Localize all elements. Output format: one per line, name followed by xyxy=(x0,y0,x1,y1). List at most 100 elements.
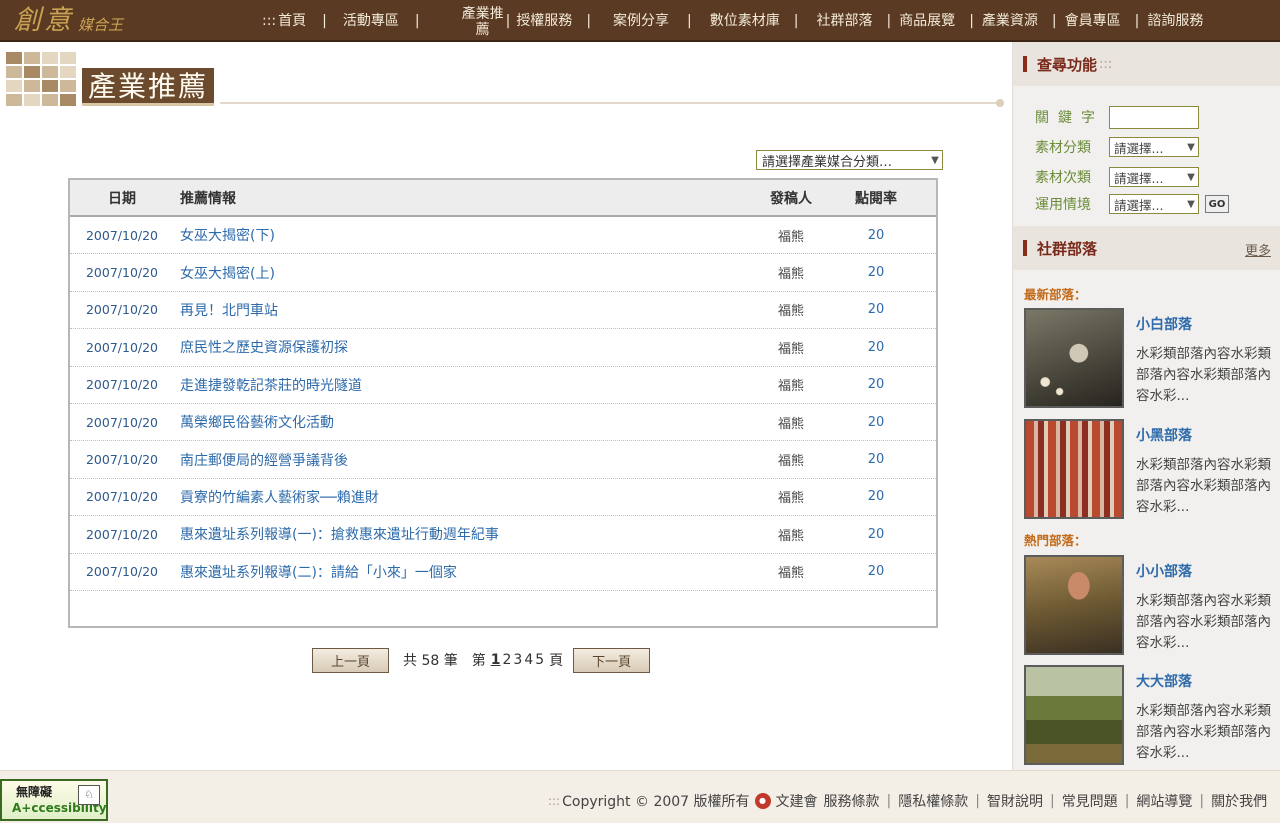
row-title-link[interactable]: 女巫大揭密(下) xyxy=(174,225,756,245)
main-nav: ::: 首頁 | 活動專區 | 產業推薦 | 授權服務 | 案例分享 | 數位素… xyxy=(262,0,1203,42)
row-author: 福熊 xyxy=(777,528,804,544)
tile xyxy=(24,80,40,92)
nav-item-home[interactable]: 首頁 xyxy=(278,13,306,29)
tile xyxy=(42,66,58,78)
footer-separator: | xyxy=(1199,793,1205,809)
tile xyxy=(42,94,58,106)
keyword-input[interactable] xyxy=(1109,105,1199,129)
footer-separator: | xyxy=(886,793,892,809)
tile xyxy=(24,52,40,64)
nav-item-resources[interactable]: 產業資源 xyxy=(982,13,1038,29)
row-title-link[interactable]: 萬榮鄉民俗藝術文化活動 xyxy=(174,412,756,432)
nav-separator: | xyxy=(505,13,511,29)
tile xyxy=(6,52,22,64)
accessibility-icon: ♘ xyxy=(78,785,100,805)
row-date: 2007/10/20 xyxy=(85,265,159,281)
nav-item-consulting[interactable]: 諮詢服務 xyxy=(1147,13,1203,29)
blog-name[interactable]: 小黑部落 xyxy=(1136,425,1192,445)
row-title-link[interactable]: 再見！北門車站 xyxy=(174,300,756,320)
page-numbers: 第 12345 頁 xyxy=(472,650,563,670)
row-date: 2007/10/20 xyxy=(85,377,159,393)
footer-link-terms[interactable]: 服務條款 xyxy=(824,791,880,811)
go-button[interactable]: GO xyxy=(1205,195,1229,213)
header-title: 推薦情報 xyxy=(180,190,236,207)
blog-thumbnail[interactable] xyxy=(1024,555,1124,655)
more-blogs-link[interactable]: 更多 xyxy=(1245,240,1271,259)
blog-name[interactable]: 大大部落 xyxy=(1136,671,1192,691)
blog-name[interactable]: 小小部落 xyxy=(1136,561,1192,581)
row-hits: 20 xyxy=(867,452,885,468)
blog-name[interactable]: 小白部落 xyxy=(1136,314,1192,334)
usage-row: 運用情境 請選擇... ▼ GO xyxy=(1035,192,1229,216)
nav-item-cases[interactable]: 案例分享 xyxy=(613,13,669,29)
prev-page-button[interactable]: 上一頁 xyxy=(312,647,389,673)
nav-separator: | xyxy=(1134,13,1140,29)
tile xyxy=(60,52,76,64)
blog-thumbnail[interactable] xyxy=(1024,665,1124,765)
tile xyxy=(42,80,58,92)
page-number-link[interactable]: 3 xyxy=(513,652,522,668)
row-hits: 20 xyxy=(867,227,885,243)
subcategory-label: 素材次類 xyxy=(1035,170,1091,186)
blog-thumbnail[interactable] xyxy=(1024,419,1124,519)
row-author: 福熊 xyxy=(777,304,804,320)
subcategory-select[interactable]: 請選擇... ▼ xyxy=(1109,167,1199,187)
row-title-link[interactable]: 貢寮的竹編素人藝術家──賴進財 xyxy=(174,487,756,507)
tile xyxy=(24,66,40,78)
industry-category-select[interactable]: 請選擇產業媒合分類… ▼ xyxy=(756,150,943,170)
nav-prefix: ::: xyxy=(262,13,277,29)
table-row: 2007/10/20 南庄郵便局的經營爭議背後 福熊 20 xyxy=(70,441,936,479)
blog-item[interactable]: 小小部落 水彩類部落內容水彩類部落內容水彩類部落內容水彩... xyxy=(1024,555,1280,659)
nav-separator: | xyxy=(586,13,592,29)
footer-link-privacy[interactable]: 隱私權條款 xyxy=(898,791,968,811)
nav-item-events[interactable]: 活動專區 xyxy=(343,13,399,29)
row-title-link[interactable]: 惠來遺址系列報導(二)：請給「小來」一個家 xyxy=(174,562,756,582)
org-name: 文建會 xyxy=(775,794,818,810)
category-select[interactable]: 請選擇... ▼ xyxy=(1109,137,1199,157)
tile xyxy=(60,94,76,106)
row-author: 福熊 xyxy=(777,267,804,283)
nav-item-members[interactable]: 會員專區 xyxy=(1065,13,1121,29)
nav-item-licensing[interactable]: 授權服務 xyxy=(516,13,572,29)
blog-section-title: 社群部落 xyxy=(1037,239,1098,258)
table-row: 2007/10/20 走進捷發乾記茶莊的時光隧道 福熊 20 xyxy=(70,367,936,404)
accessibility-badge[interactable]: 無障礙 A+ccessibility ♘ xyxy=(0,779,108,821)
row-hits: 20 xyxy=(867,526,885,542)
header-hits: 點閱率 xyxy=(855,190,897,207)
footer-link-sitemap[interactable]: 網站導覽 xyxy=(1136,791,1192,811)
row-title-link[interactable]: 走進捷發乾記茶莊的時光隧道 xyxy=(174,375,756,395)
site-logo[interactable]: 創意 媒合王 xyxy=(14,2,123,40)
nav-item-industry[interactable]: 產業推薦 xyxy=(460,6,506,38)
row-date: 2007/10/20 xyxy=(85,227,159,243)
usage-select[interactable]: 請選擇... ▼ xyxy=(1109,194,1199,214)
search-section-title: 查尋功能 xyxy=(1037,55,1098,74)
row-hits: 20 xyxy=(867,414,885,430)
page-number-link[interactable]: 5 xyxy=(535,652,544,668)
page-number-link[interactable]: 4 xyxy=(524,652,533,668)
page-number-link[interactable]: 2 xyxy=(502,652,511,668)
blog-item[interactable]: 小白部落 水彩類部落內容水彩類部落內容水彩類部落內容水彩... xyxy=(1024,308,1280,412)
next-page-button[interactable]: 下一頁 xyxy=(573,647,651,673)
nav-item-products[interactable]: 商品展覽 xyxy=(899,13,955,29)
row-hits: 20 xyxy=(867,377,885,393)
footer-link-about[interactable]: 關於我們 xyxy=(1211,791,1267,811)
blog-item[interactable]: 小黑部落 水彩類部落內容水彩類部落內容水彩類部落內容水彩... xyxy=(1024,419,1280,523)
page-number-link[interactable]: 1 xyxy=(491,652,501,668)
row-author: 福熊 xyxy=(777,341,804,357)
category-label: 素材分類 xyxy=(1035,140,1091,156)
nav-item-community[interactable]: 社群部落 xyxy=(816,13,872,29)
row-title-link[interactable]: 南庄郵便局的經營爭議背後 xyxy=(174,450,756,470)
blog-item[interactable]: 大大部落 水彩類部落內容水彩類部落內容水彩類部落內容水彩... xyxy=(1024,665,1280,769)
copyright-text: Copyright © 2007 版權所有 xyxy=(562,794,750,810)
row-title-link[interactable]: 惠來遺址系列報導(一)：搶救惠來遺址行動週年紀事 xyxy=(174,524,756,544)
top-navbar: 創意 媒合王 ::: 首頁 | 活動專區 | 產業推薦 | 授權服務 | 案例分… xyxy=(0,0,1280,42)
tile xyxy=(6,94,22,106)
chevron-down-icon: ▼ xyxy=(1187,141,1195,153)
footer-link-ip[interactable]: 智財說明 xyxy=(987,791,1043,811)
footer-link-faq[interactable]: 常見問題 xyxy=(1062,791,1118,811)
row-title-link[interactable]: 庶民性之歷史資源保護初探 xyxy=(174,337,756,357)
nav-item-digital-library[interactable]: 數位素材庫 xyxy=(710,13,780,29)
row-title-link[interactable]: 女巫大揭密(上) xyxy=(174,263,756,283)
blog-thumbnail[interactable] xyxy=(1024,308,1124,408)
recommendation-table: 日期 推薦情報 發稿人 點閱率 2007/10/20 女巫大揭密(下) 福熊 20 20… xyxy=(68,178,938,628)
